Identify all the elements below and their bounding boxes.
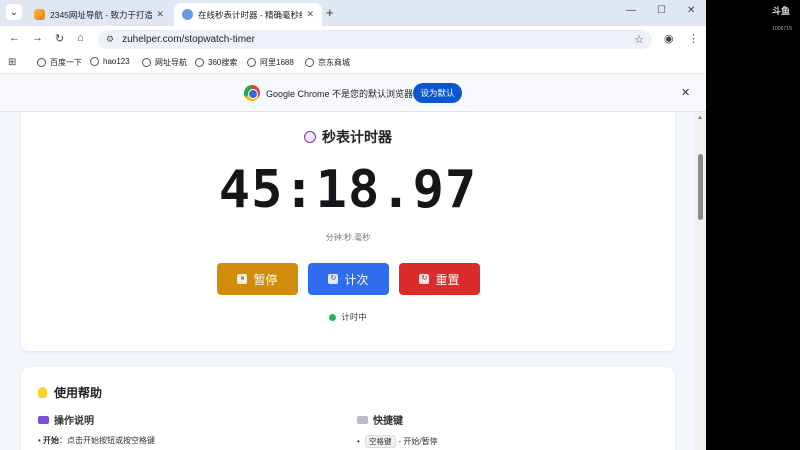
lap-icon: ↻ — [328, 274, 339, 284]
browser-window: ⌄ 2345网址导航 - 致力于打造百 ✕ 在线秒表计时器 - 精确毫秒级计 ✕… — [0, 0, 706, 450]
chrome-menu-icon[interactable]: ⋮ — [688, 32, 699, 45]
back-button[interactable]: ← — [9, 32, 20, 44]
pause-button[interactable]: ⏸ 暂停 — [217, 263, 298, 295]
timer-card: 秒表计时器 45:18.97 分钟:秒.毫秒 ⏸ 暂停 ↻ 计次 ↻ 重置 计时中 — [21, 112, 675, 351]
tab-search-button[interactable]: ⌄ — [6, 4, 22, 20]
address-bar[interactable]: ⚙ zuhelper.com/stopwatch-timer ☆ — [98, 30, 652, 49]
stopwatch-icon — [304, 131, 316, 143]
tab-2345[interactable]: 2345网址导航 - 致力于打造百 ✕ — [26, 3, 172, 26]
globe-icon — [247, 58, 256, 67]
window-close-button[interactable]: ✕ — [687, 5, 695, 16]
status-dot-icon — [329, 313, 337, 321]
2345-favicon-icon — [34, 9, 45, 20]
maximize-button[interactable]: ☐ — [657, 5, 666, 16]
stream-room-id: 1006719 — [772, 26, 792, 32]
help-card: 使用帮助 操作说明 快捷键 • 开始：点击开始按钮或按空格键 • 空格键 - 开始… — [21, 367, 675, 450]
bookmark-item[interactable]: 360搜索 — [195, 57, 237, 68]
bookmarks-bar: ⊞ 百度一下 hao123 网址导航 360搜索 阿里1688 京东商城 — [0, 52, 706, 74]
browser-toolbar: ← → ↻ ⌂ ⚙ zuhelper.com/stopwatch-timer ☆… — [0, 26, 706, 52]
tab-title: 在线秒表计时器 - 精确毫秒级计 — [198, 9, 302, 20]
shortcut-item: • 空格键 - 开始/暂停 — [357, 435, 438, 448]
gamepad-icon — [38, 416, 49, 424]
profile-icon[interactable]: ◉ — [664, 32, 674, 45]
reload-button[interactable]: ↻ — [55, 32, 64, 45]
new-tab-button[interactable]: + — [326, 5, 334, 20]
page-scrollbar[interactable]: ▲ — [695, 112, 706, 450]
globe-icon — [195, 58, 204, 67]
tab-stopwatch[interactable]: 在线秒表计时器 - 精确毫秒级计 ✕ — [174, 3, 322, 26]
bookmark-item[interactable]: 百度一下 — [37, 57, 82, 68]
default-browser-infobar: Google Chrome 不是您的默认浏览器 设为默认 ✕ — [0, 74, 706, 112]
url-text[interactable]: zuhelper.com/stopwatch-timer — [122, 34, 255, 45]
reset-button[interactable]: ↻ 重置 — [399, 263, 480, 295]
scrollbar-thumb[interactable] — [698, 154, 703, 220]
globe-icon — [37, 58, 46, 67]
bookmark-item[interactable]: 阿里1688 — [247, 57, 294, 68]
infobar-message: Google Chrome 不是您的默认浏览器 — [266, 89, 414, 99]
operations-title: 操作说明 — [38, 412, 94, 427]
tab-strip: ⌄ 2345网址导航 - 致力于打造百 ✕ 在线秒表计时器 - 精确毫秒级计 ✕… — [0, 0, 706, 26]
bookmark-item[interactable]: 京东商城 — [305, 57, 350, 68]
lightbulb-icon — [38, 387, 47, 398]
home-button[interactable]: ⌂ — [77, 32, 84, 44]
timer-title: 秒表计时器 — [21, 127, 675, 147]
pause-icon: ⏸ — [237, 274, 248, 284]
bookmark-star-icon[interactable]: ☆ — [634, 33, 644, 46]
tab-close-icon[interactable]: ✕ — [156, 9, 164, 20]
timer-status: 计时中 — [21, 311, 675, 323]
globe-icon — [305, 58, 314, 67]
help-title: 使用帮助 — [38, 384, 102, 401]
stream-logo: 斗鱼 — [771, 6, 790, 16]
bookmark-item[interactable]: hao123 — [90, 57, 130, 66]
stopwatch-favicon-icon — [182, 9, 193, 20]
scroll-up-icon[interactable]: ▲ — [697, 115, 703, 121]
globe-icon — [142, 58, 151, 67]
set-default-button[interactable]: 设为默认 — [413, 83, 462, 103]
globe-icon — [90, 57, 99, 66]
reset-icon: ↻ — [419, 274, 430, 284]
infobar-close-icon[interactable]: ✕ — [681, 86, 690, 99]
time-format-label: 分钟:秒.毫秒 — [325, 233, 371, 242]
forward-button[interactable]: → — [32, 32, 43, 44]
operation-item: • 开始：点击开始按钮或按空格键 — [38, 436, 156, 445]
shortcuts-title: 快捷键 — [357, 412, 403, 427]
page-content: 秒表计时器 45:18.97 分钟:秒.毫秒 ⏸ 暂停 ↻ 计次 ↻ 重置 计时中 — [0, 112, 706, 450]
time-display: 45:18.97 — [218, 160, 478, 220]
tab-close-icon[interactable]: ✕ — [306, 9, 314, 20]
tab-title: 2345网址导航 - 致力于打造百 — [50, 9, 153, 20]
minimize-button[interactable]: — — [626, 5, 636, 16]
chrome-logo-icon — [244, 85, 260, 101]
keyboard-icon — [357, 416, 368, 424]
bookmark-item[interactable]: 网址导航 — [142, 57, 187, 68]
site-settings-icon[interactable]: ⚙ — [106, 34, 114, 45]
shortcut-key: 空格键 — [365, 435, 396, 448]
screen: ⌄ 2345网址导航 - 致力于打造百 ✕ 在线秒表计时器 - 精确毫秒级计 ✕… — [0, 0, 800, 450]
apps-grid-icon[interactable]: ⊞ — [8, 57, 16, 68]
lap-button[interactable]: ↻ 计次 — [308, 263, 389, 295]
